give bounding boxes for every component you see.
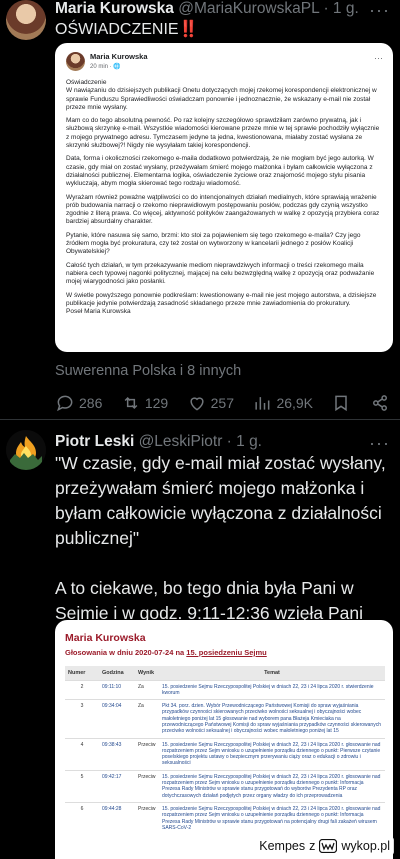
avatar-fire-icon [6, 430, 46, 470]
repost-count: 129 [144, 395, 169, 411]
tweet-2[interactable]: Piotr Leski @LeskiPiotr · 1 g. ··· "W cz… [0, 430, 400, 859]
wykop-watermark: Kempes z wykop.pl [255, 837, 394, 855]
vote-topic: 15. posiedzenie Sejmu Rzeczypospolitej P… [159, 737, 385, 771]
embed-time: 20 min · 🌐 [90, 64, 121, 70]
vote-number: 2 [65, 679, 99, 700]
heart-icon [190, 397, 204, 411]
vote-time: 09:38:43 [99, 737, 135, 771]
table-row: 3 09:34:04 Za Pkt 34. porz. dzien. Wybór… [65, 699, 385, 739]
embed-paragraph: Oświadczenie W nawiązaniu do dzisiejszyc… [66, 79, 377, 111]
bookmark-button[interactable] [331, 393, 351, 413]
vote-time: 09:34:04 [99, 699, 135, 739]
embed-more-icon: ··· [374, 53, 383, 63]
vote-topic: 15. posiedzenie Sejmu Rzeczypospolitej P… [159, 679, 385, 700]
author-name[interactable]: Piotr Leski [55, 433, 134, 450]
more-options-icon[interactable]: ··· [369, 0, 390, 21]
vote-result: Przeciw [135, 769, 159, 803]
reply-count: 286 [79, 395, 103, 411]
sejm-subtitle: Głosowania w dniu 2020-07-24 na 15. posi… [65, 648, 267, 657]
views-count: 26,9K [276, 395, 314, 411]
vote-topic: Pkt 34. porz. dzien. Wybór Przewodnicząc… [159, 699, 385, 739]
watermark-user: Kempes [259, 839, 306, 853]
views-button[interactable]: 26,9K [252, 393, 313, 413]
vote-result: Za [135, 699, 159, 739]
tweet-text: OŚWIADCZENIE‼️ [55, 21, 199, 38]
vote-number: 6 [65, 801, 99, 835]
embed-paragraph: Wyrażam również poważne wątpliwości co d… [66, 193, 380, 226]
vote-result: Przeciw [135, 801, 159, 835]
sejm-votes-table: Numer Godzina Wynik Temat 2 09:11:10 Za … [65, 666, 385, 835]
tweet-divider [0, 419, 400, 420]
table-header-row: Numer Godzina Wynik Temat [65, 666, 385, 680]
watermark-site: wykop.pl [341, 839, 390, 853]
share-icon [372, 395, 387, 411]
embedded-post-image[interactable]: Maria Kurowska 20 min · 🌐 ··· Oświadczen… [55, 43, 393, 352]
table-row: 2 09:11:10 Za 15. posiedzenie Sejmu Rzec… [65, 679, 385, 700]
vote-result: Przeciw [135, 737, 159, 771]
col-header: Godzina [99, 666, 135, 680]
reply-button[interactable]: 286 [55, 393, 102, 413]
vote-time: 09:11:10 [99, 679, 135, 700]
col-header: Wynik [135, 666, 159, 680]
views-icon [255, 397, 270, 410]
col-header: Numer [65, 666, 99, 680]
repost-icon [124, 396, 138, 410]
share-button[interactable] [370, 393, 390, 413]
embed-avatar [66, 52, 85, 71]
table-row: 6 09:44:28 Przeciw 15. posiedzenie Sejmu… [65, 801, 385, 835]
embed-text: Oświadczenie W nawiązaniu do dzisiejszyc… [66, 79, 384, 321]
embed-paragraph: Pytanie, które nasuwa się samo, brzmi: k… [66, 231, 361, 256]
table-row: 5 09:42:17 Przeciw 15. posiedzenie Sejmu… [65, 769, 385, 803]
tweet-actions: 286 129 257 26,9K [55, 392, 390, 414]
embed-author-name: Maria Kurowska [90, 52, 148, 61]
tweet-header: Piotr Leski @LeskiPiotr · 1 g. [55, 433, 262, 453]
sejm-votes-image[interactable]: Maria Kurowska Głosowania w dniu 2020-07… [55, 620, 393, 859]
embed-paragraph: Całość tych działań, w tym przekazywanie… [66, 261, 375, 286]
reply-icon [57, 395, 73, 412]
col-header: Temat [159, 666, 385, 680]
author-name[interactable]: Maria Kurowska [55, 0, 174, 17]
vote-time: 09:42:17 [99, 769, 135, 803]
watermark-sep: z [309, 839, 316, 853]
tweet-time[interactable]: · 1 g. [323, 0, 358, 17]
vote-number: 5 [65, 769, 99, 803]
vote-time: 09:44:28 [99, 801, 135, 835]
sejm-member-name: Maria Kurowska [65, 632, 146, 644]
sejm-session-link: 15. posiedzeniu Sejmu [186, 648, 267, 657]
tagged-users-link[interactable]: Suwerenna Polska i 8 innych [55, 363, 241, 379]
vote-number: 4 [65, 737, 99, 771]
embed-paragraph: W świetle powyższego ponownie podkreślam… [66, 291, 377, 316]
tweet-time[interactable]: · 1 g. [227, 433, 262, 450]
embed-paragraph: Data, forma i okoliczności rzekomego e-m… [66, 155, 374, 188]
tweet-1[interactable]: Maria Kurowska @MariaKurowskaPL · 1 g. ·… [0, 0, 400, 420]
wykop-logo-icon [319, 839, 338, 853]
vote-result: Za [135, 679, 159, 700]
repost-button[interactable]: 129 [121, 393, 168, 413]
tweet-header: Maria Kurowska @MariaKurowskaPL · 1 g. [55, 0, 359, 20]
embed-paragraph: Mam co do tego absolutną pewność. Po raz… [66, 117, 380, 150]
author-handle[interactable]: @LeskiPiotr [139, 433, 223, 450]
avatar[interactable] [6, 0, 46, 40]
like-count: 257 [210, 395, 234, 411]
author-handle[interactable]: @MariaKurowskaPL [178, 0, 319, 17]
like-button[interactable]: 257 [187, 393, 234, 413]
sejm-subtitle-prefix: Głosowania w dniu 2020-07-24 na [65, 648, 187, 657]
vote-number: 3 [65, 699, 99, 739]
vote-topic: 15. posiedzenie Sejmu Rzeczypospolitej P… [159, 769, 385, 803]
bookmark-icon [335, 395, 348, 412]
vote-topic: 15. posiedzenie Sejmu Rzeczypospolitej P… [159, 801, 385, 835]
tweet-paragraph: "W czasie, gdy e-mail miał zostać wysłan… [55, 453, 386, 548]
table-row: 4 09:38:43 Przeciw 15. posiedzenie Sejmu… [65, 737, 385, 771]
avatar[interactable] [6, 430, 46, 470]
